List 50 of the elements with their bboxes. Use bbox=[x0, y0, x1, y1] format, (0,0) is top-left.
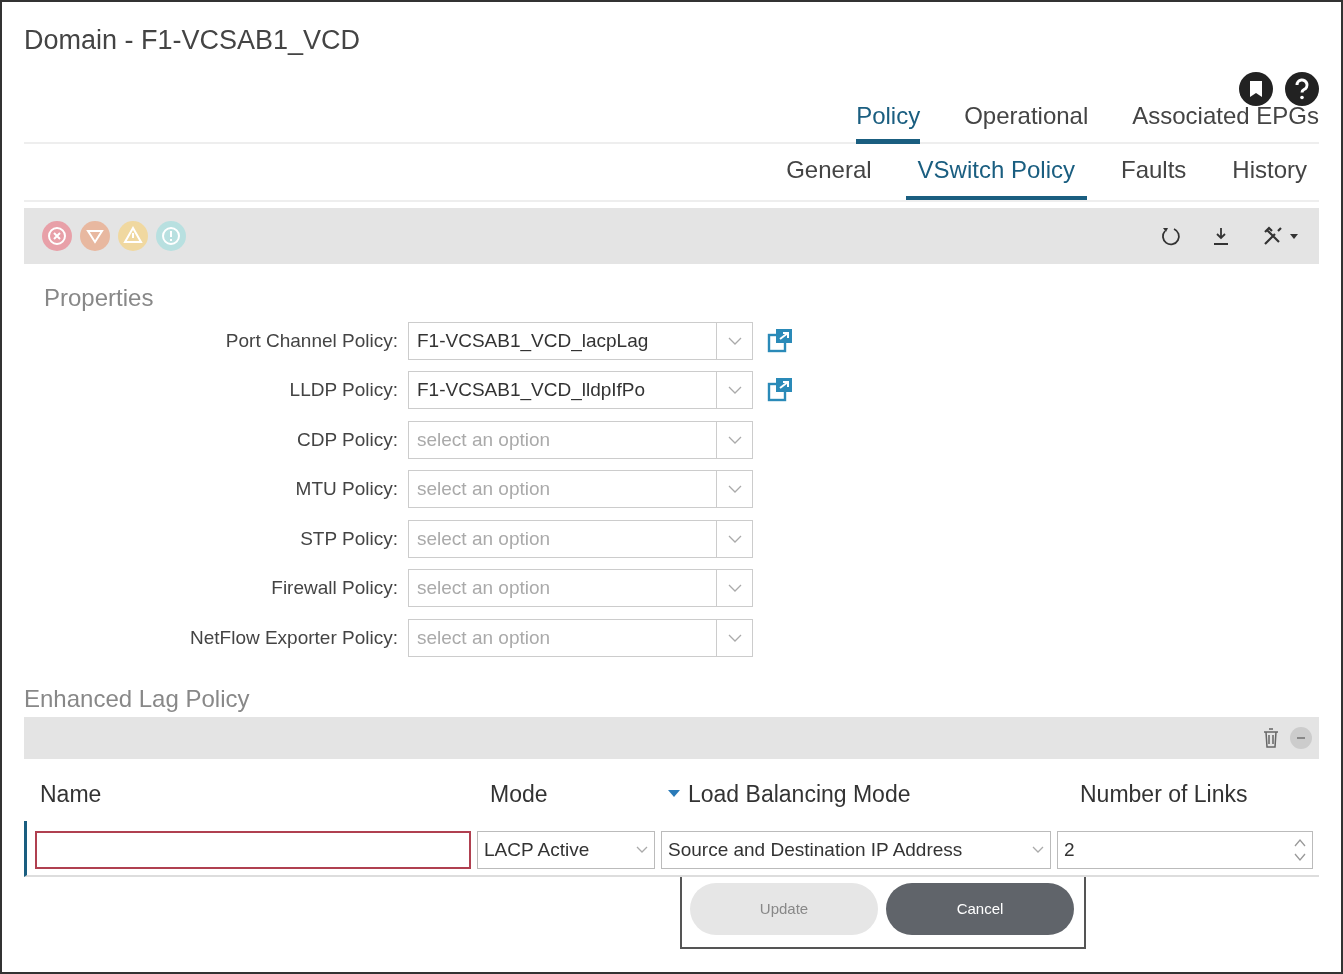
select-field[interactable]: select an option bbox=[408, 470, 717, 509]
window-title: Domain - F1-VCSAB1_VCD bbox=[24, 24, 361, 57]
column-header: Mode bbox=[490, 779, 548, 809]
tab[interactable]: History bbox=[1220, 152, 1319, 200]
chevron-down-icon bbox=[636, 846, 648, 854]
tab[interactable]: Faults bbox=[1108, 152, 1199, 200]
field-label: CDP Policy: bbox=[296, 427, 399, 452]
collapse-icon[interactable] bbox=[1289, 725, 1313, 750]
field-label: STP Policy: bbox=[299, 526, 399, 551]
chevron-down-icon bbox=[727, 534, 742, 543]
tab[interactable]: Associated EPGs bbox=[1132, 98, 1319, 144]
cancel-button[interactable]: Cancel bbox=[886, 883, 1074, 935]
tab[interactable]: Operational bbox=[964, 98, 1089, 144]
select-field[interactable]: select an option bbox=[408, 519, 717, 558]
tab[interactable]: General bbox=[774, 152, 884, 200]
column-header: Load Balancing Mode bbox=[688, 779, 911, 809]
help-icon[interactable] bbox=[1285, 72, 1319, 106]
field-label: NetFlow Exporter Policy: bbox=[189, 625, 399, 650]
chevron-down-icon bbox=[727, 485, 742, 494]
field-label: Port Channel Policy: bbox=[224, 328, 399, 353]
chevron-down-icon bbox=[727, 336, 742, 345]
select-field[interactable]: F1-VCSAB1_VCD_lacpLag bbox=[408, 321, 717, 360]
field-label: MTU Policy: bbox=[294, 477, 399, 501]
field-label: Firewall Policy: bbox=[270, 576, 399, 600]
section-title: Properties bbox=[43, 283, 155, 313]
refresh-icon[interactable] bbox=[1159, 225, 1181, 247]
section-title: Enhanced Lag Policy bbox=[24, 683, 251, 714]
tab[interactable]: Policy bbox=[856, 98, 921, 144]
name-input[interactable] bbox=[35, 831, 471, 869]
field-label: LLDP Policy: bbox=[288, 378, 399, 402]
chevron-down-icon bbox=[1032, 846, 1044, 854]
chevron-down-icon bbox=[727, 386, 742, 395]
select-field[interactable]: select an option bbox=[408, 618, 717, 657]
select-field[interactable]: select an option bbox=[408, 569, 717, 608]
column-header: Name bbox=[40, 779, 102, 809]
chevron-down-icon bbox=[727, 584, 742, 593]
select-field[interactable]: F1-VCSAB1_VCD_lldpIfPo bbox=[408, 371, 717, 410]
bookmark-icon[interactable] bbox=[1239, 72, 1273, 106]
trash-icon[interactable] bbox=[1261, 725, 1281, 750]
mode-select[interactable]: LACP Active bbox=[477, 831, 655, 869]
chevron-down-icon bbox=[727, 435, 742, 444]
load-balancing-select[interactable]: Source and Destination IP Address bbox=[661, 831, 1051, 869]
number-input[interactable]: 2 bbox=[1057, 831, 1313, 869]
tab[interactable]: VSwitch Policy bbox=[905, 152, 1087, 200]
spinner-icon[interactable] bbox=[1294, 837, 1306, 863]
chevron-down-icon bbox=[727, 633, 742, 642]
column-header: Number of Links bbox=[1080, 779, 1248, 809]
open-window-icon[interactable] bbox=[767, 326, 795, 355]
select-field[interactable]: select an option bbox=[408, 420, 717, 459]
download-icon[interactable] bbox=[1211, 225, 1231, 247]
